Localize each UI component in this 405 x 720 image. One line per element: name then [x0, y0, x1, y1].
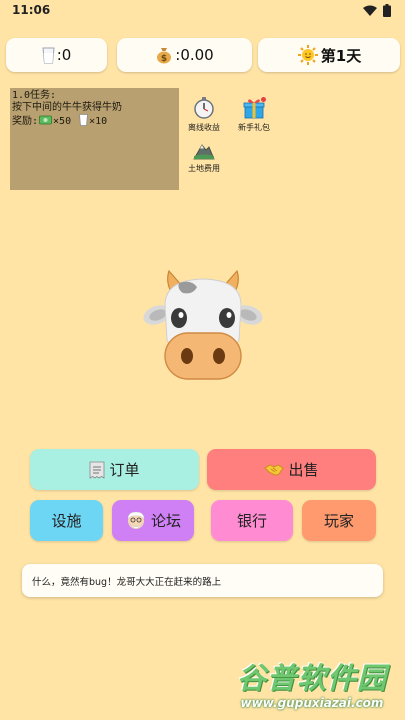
- status-icons: [363, 4, 391, 17]
- stopwatch-icon: [194, 97, 214, 119]
- cow-eye-right: [219, 308, 235, 328]
- cow-eye-left: [171, 308, 187, 328]
- cow-nostril-right: [213, 348, 225, 364]
- reward-milk: ×10: [89, 116, 108, 127]
- old-man-icon: [125, 510, 147, 532]
- facility-label: 设施: [51, 512, 82, 530]
- task-reward: 奖励: ×50 ×10: [12, 114, 177, 130]
- order-label: 订单: [109, 461, 140, 479]
- message-text: 什么，竟然有bug！龙哥大大正在赶来的路上: [32, 576, 222, 588]
- svg-text:$: $: [161, 54, 167, 64]
- player-label: 玩家: [323, 512, 354, 530]
- player-button[interactable]: 玩家: [302, 500, 376, 541]
- offline-earnings-button[interactable]: 离线收益: [184, 97, 224, 133]
- cow-nostril-left: [181, 348, 193, 364]
- newbie-gift-button[interactable]: 新手礼包: [234, 97, 274, 133]
- task-panel: 1.0任务: 按下中间的牛牛获得牛奶 奖励: ×50 ×10: [10, 88, 179, 190]
- sell-button[interactable]: 出售: [207, 449, 376, 490]
- status-bar: 11:06: [0, 0, 405, 22]
- offline-earnings-label: 离线收益: [188, 123, 220, 132]
- bank-label: 银行: [236, 512, 267, 530]
- money-counter: $ :0.00: [117, 38, 252, 72]
- status-time: 11:06: [12, 3, 51, 17]
- facility-button[interactable]: 设施: [30, 500, 103, 541]
- milk-glass-icon: [42, 47, 55, 64]
- mountain-icon: [193, 144, 215, 160]
- watermark-title: 谷普软件园: [236, 661, 387, 695]
- reward-money: ×50: [53, 116, 72, 127]
- money-bag-icon: $: [155, 46, 173, 64]
- forum-button[interactable]: 论坛: [112, 500, 194, 541]
- battery-icon: [383, 4, 391, 17]
- task-title: 1.0任务:: [12, 90, 57, 101]
- notification-dot: [261, 97, 266, 102]
- land-cost-label: 土地费用: [188, 164, 220, 173]
- message-box: 什么，竟然有bug！龙哥大大正在赶来的路上: [22, 564, 383, 597]
- cash-icon: [39, 115, 52, 129]
- watermark-url: www.gupuxiazai.com: [240, 696, 384, 710]
- receipt-icon: [89, 461, 105, 479]
- milk-count: :0: [56, 46, 72, 64]
- reward-label: 奖励:: [12, 116, 39, 127]
- day-counter: 第1天: [258, 38, 400, 72]
- bank-button[interactable]: 银行: [211, 500, 293, 541]
- forum-label: 论坛: [150, 512, 181, 530]
- task-description: 按下中间的牛牛获得牛奶: [12, 102, 122, 113]
- order-button[interactable]: 订单: [30, 449, 199, 490]
- wifi-icon: [363, 5, 377, 16]
- milk-glass-icon: [79, 114, 89, 130]
- handshake-icon: [264, 463, 285, 477]
- sell-label: 出售: [288, 461, 319, 479]
- cow-button[interactable]: [143, 265, 263, 385]
- watermark: 谷普软件园 www.gupuxiazai.com: [222, 658, 402, 716]
- cow-muzzle: [164, 332, 242, 380]
- day-label: 第1天: [320, 46, 362, 65]
- land-cost-button[interactable]: 土地费用: [184, 140, 224, 174]
- sun-icon: [297, 44, 319, 66]
- newbie-gift-label: 新手礼包: [238, 123, 270, 132]
- money-amount: :0.00: [175, 46, 214, 64]
- milk-counter: :0: [6, 38, 107, 72]
